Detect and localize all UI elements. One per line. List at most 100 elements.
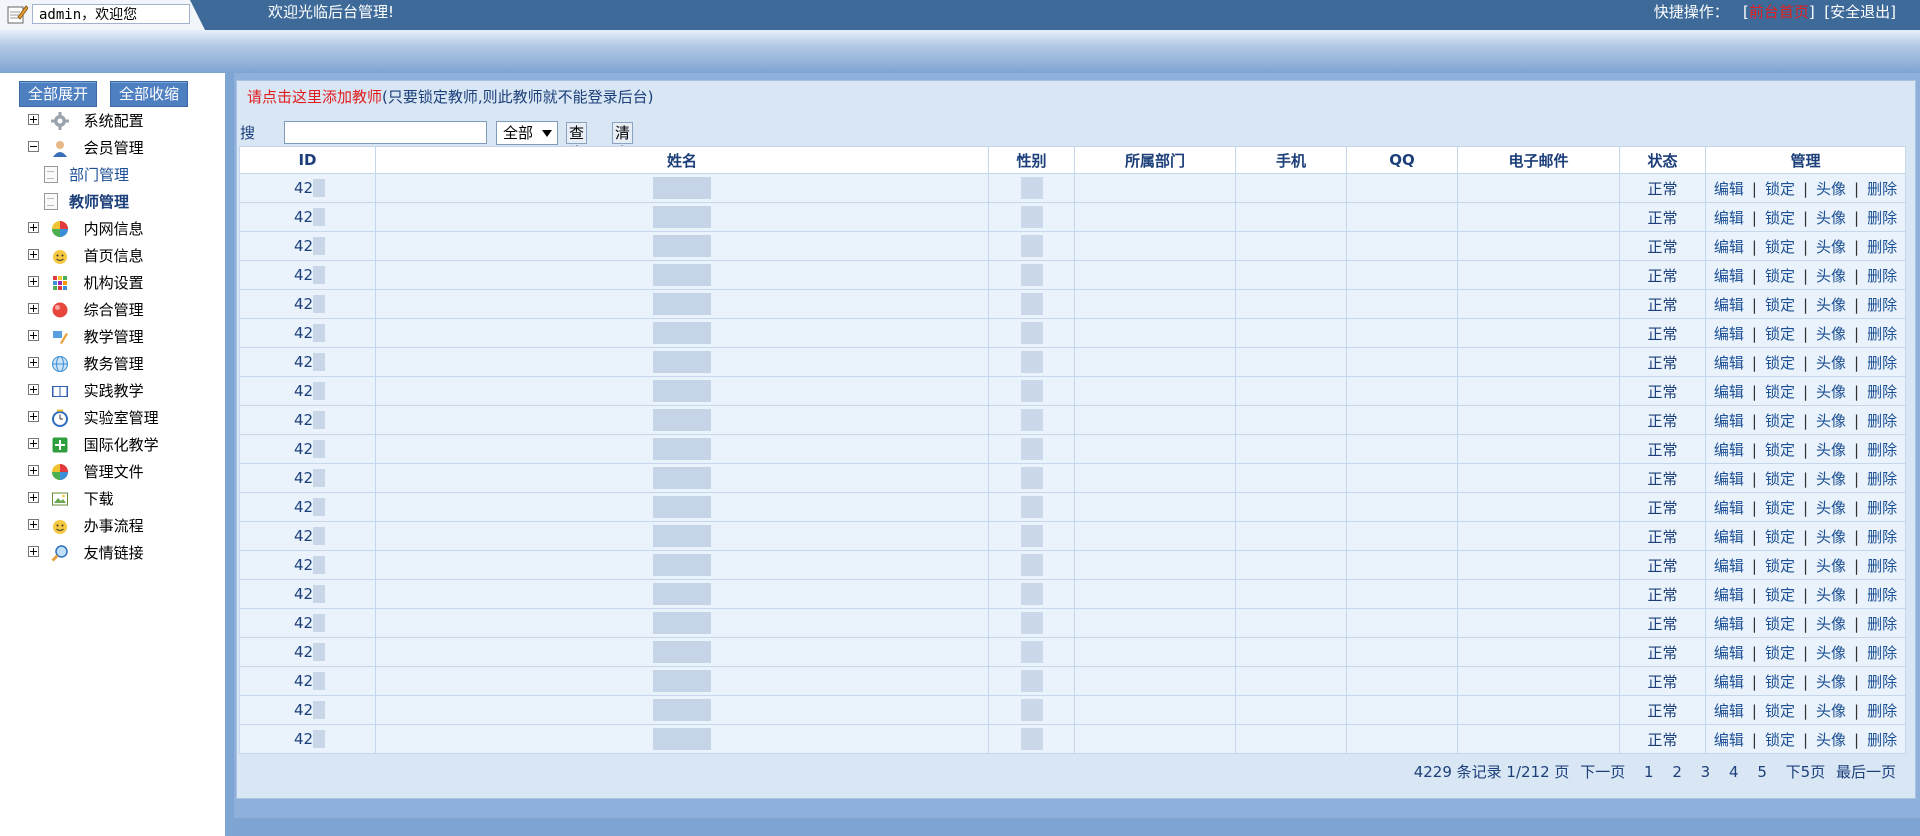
edit-link[interactable]: 编辑 <box>1714 296 1744 314</box>
delete-link[interactable]: 删除 <box>1867 209 1897 227</box>
avatar-link[interactable]: 头像 <box>1816 412 1846 430</box>
edit-link[interactable]: 编辑 <box>1714 702 1744 720</box>
sidebar-item-international[interactable]: 国际化教学 <box>28 434 159 456</box>
delete-link[interactable]: 删除 <box>1867 383 1897 401</box>
delete-link[interactable]: 删除 <box>1867 615 1897 633</box>
delete-link[interactable]: 删除 <box>1867 325 1897 343</box>
avatar-link[interactable]: 头像 <box>1816 470 1846 488</box>
lock-link[interactable]: 锁定 <box>1765 644 1795 662</box>
avatar-link[interactable]: 头像 <box>1816 238 1846 256</box>
avatar-link[interactable]: 头像 <box>1816 615 1846 633</box>
delete-link[interactable]: 删除 <box>1867 586 1897 604</box>
edit-link[interactable]: 编辑 <box>1714 441 1744 459</box>
page-link-3[interactable]: 3 <box>1701 763 1711 781</box>
search-scope-select[interactable]: 全部 <box>496 121 558 145</box>
expand-toggle-icon[interactable] <box>28 411 39 422</box>
avatar-link[interactable]: 头像 <box>1816 441 1846 459</box>
lock-link[interactable]: 锁定 <box>1765 238 1795 256</box>
edit-link[interactable]: 编辑 <box>1714 267 1744 285</box>
edit-link[interactable]: 编辑 <box>1714 470 1744 488</box>
delete-link[interactable]: 删除 <box>1867 180 1897 198</box>
sidebar-item-members[interactable]: 会员管理 <box>28 137 144 159</box>
expand-toggle-icon[interactable] <box>28 249 39 260</box>
collapse-toggle-icon[interactable] <box>28 141 39 152</box>
sidebar-item-links[interactable]: 友情链接 <box>28 542 144 564</box>
sidebar-item-practice[interactable]: 实践教学 <box>28 380 144 402</box>
page-link-4[interactable]: 4 <box>1729 763 1739 781</box>
avatar-link[interactable]: 头像 <box>1816 731 1846 749</box>
sidebar-item-downloads[interactable]: 下载 <box>28 488 114 510</box>
sidebar-item-intranet[interactable]: 内网信息 <box>28 218 144 240</box>
next-5-pages-link[interactable]: 下5页 <box>1786 763 1826 781</box>
lock-link[interactable]: 锁定 <box>1765 209 1795 227</box>
lock-link[interactable]: 锁定 <box>1765 412 1795 430</box>
avatar-link[interactable]: 头像 <box>1816 528 1846 546</box>
avatar-link[interactable]: 头像 <box>1816 499 1846 517</box>
delete-link[interactable]: 删除 <box>1867 499 1897 517</box>
avatar-link[interactable]: 头像 <box>1816 383 1846 401</box>
lock-link[interactable]: 锁定 <box>1765 441 1795 459</box>
lock-link[interactable]: 锁定 <box>1765 470 1795 488</box>
expand-toggle-icon[interactable] <box>28 384 39 395</box>
avatar-link[interactable]: 头像 <box>1816 673 1846 691</box>
expand-toggle-icon[interactable] <box>28 519 39 530</box>
avatar-link[interactable]: 头像 <box>1816 325 1846 343</box>
lock-link[interactable]: 锁定 <box>1765 528 1795 546</box>
edit-link[interactable]: 编辑 <box>1714 673 1744 691</box>
add-teacher-link[interactable]: 请点击这里添加教师 <box>247 88 382 106</box>
edit-link[interactable]: 编辑 <box>1714 586 1744 604</box>
lock-link[interactable]: 锁定 <box>1765 325 1795 343</box>
avatar-link[interactable]: 头像 <box>1816 557 1846 575</box>
page-link-5[interactable]: 5 <box>1757 763 1767 781</box>
edit-link[interactable]: 编辑 <box>1714 644 1744 662</box>
avatar-link[interactable]: 头像 <box>1816 209 1846 227</box>
avatar-link[interactable]: 头像 <box>1816 702 1846 720</box>
delete-link[interactable]: 删除 <box>1867 731 1897 749</box>
lock-link[interactable]: 锁定 <box>1765 557 1795 575</box>
edit-link[interactable]: 编辑 <box>1714 412 1744 430</box>
expand-toggle-icon[interactable] <box>28 330 39 341</box>
collapse-all-button[interactable]: 全部收缩 <box>110 81 189 107</box>
page-link-1[interactable]: 1 <box>1644 763 1654 781</box>
lock-link[interactable]: 锁定 <box>1765 673 1795 691</box>
expand-toggle-icon[interactable] <box>28 438 39 449</box>
delete-link[interactable]: 删除 <box>1867 557 1897 575</box>
expand-all-button[interactable]: 全部展开 <box>19 81 98 107</box>
sidebar-item-management-files[interactable]: 管理文件 <box>28 461 144 483</box>
sidebar-item-organization[interactable]: 机构设置 <box>28 272 144 294</box>
delete-link[interactable]: 删除 <box>1867 354 1897 372</box>
lock-link[interactable]: 锁定 <box>1765 731 1795 749</box>
edit-link[interactable]: 编辑 <box>1714 731 1744 749</box>
sidebar-item-teaching[interactable]: 教学管理 <box>28 326 144 348</box>
expand-toggle-icon[interactable] <box>28 546 39 557</box>
avatar-link[interactable]: 头像 <box>1816 644 1846 662</box>
logout-link[interactable]: 安全退出 <box>1830 3 1890 21</box>
edit-link[interactable]: 编辑 <box>1714 557 1744 575</box>
lock-link[interactable]: 锁定 <box>1765 180 1795 198</box>
avatar-link[interactable]: 头像 <box>1816 354 1846 372</box>
page-link-2[interactable]: 2 <box>1672 763 1682 781</box>
expand-toggle-icon[interactable] <box>28 222 39 233</box>
sidebar-item-lab[interactable]: 实验室管理 <box>28 407 159 429</box>
sidebar-item-general[interactable]: 综合管理 <box>28 299 144 321</box>
lock-link[interactable]: 锁定 <box>1765 499 1795 517</box>
delete-link[interactable]: 删除 <box>1867 441 1897 459</box>
sidebar-subitem-teachers[interactable]: 教师管理 <box>44 191 129 213</box>
sidebar-item-system-config[interactable]: 系统配置 <box>28 110 144 132</box>
expand-toggle-icon[interactable] <box>28 357 39 368</box>
edit-link[interactable]: 编辑 <box>1714 383 1744 401</box>
edit-link[interactable]: 编辑 <box>1714 325 1744 343</box>
search-input[interactable] <box>284 121 487 144</box>
delete-link[interactable]: 删除 <box>1867 644 1897 662</box>
delete-link[interactable]: 删除 <box>1867 296 1897 314</box>
lock-link[interactable]: 锁定 <box>1765 354 1795 372</box>
avatar-link[interactable]: 头像 <box>1816 267 1846 285</box>
delete-link[interactable]: 删除 <box>1867 267 1897 285</box>
expand-toggle-icon[interactable] <box>28 492 39 503</box>
sidebar-item-workflow[interactable]: 办事流程 <box>28 515 144 537</box>
next-page-link[interactable]: 下一页 <box>1580 763 1625 781</box>
avatar-link[interactable]: 头像 <box>1816 586 1846 604</box>
sidebar-item-homepage-info[interactable]: 首页信息 <box>28 245 144 267</box>
last-page-link[interactable]: 最后一页 <box>1836 763 1896 781</box>
sidebar-item-academic-affairs[interactable]: 教务管理 <box>28 353 144 375</box>
